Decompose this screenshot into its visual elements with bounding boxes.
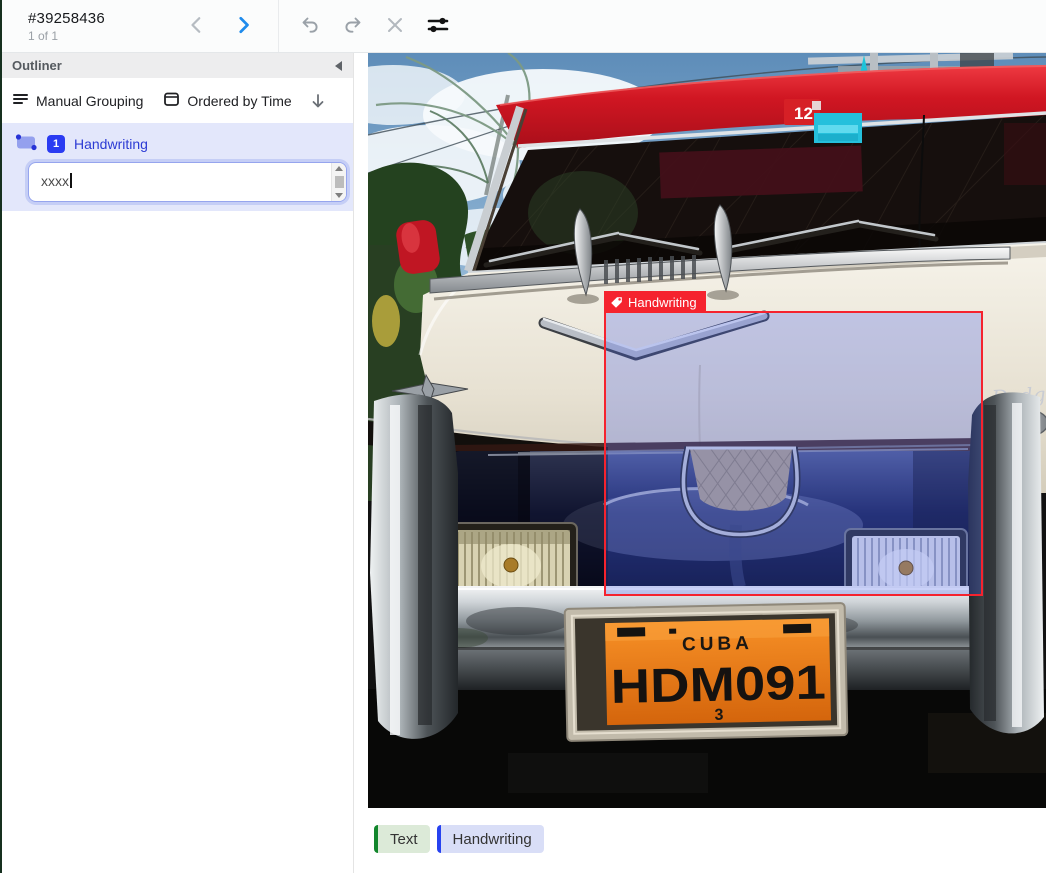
sort-direction-button[interactable] xyxy=(310,92,326,110)
outliner-toolbar: Manual Grouping Ordered by Time xyxy=(0,78,353,123)
region-index-badge: 1 xyxy=(47,135,65,153)
label-button-handwriting[interactable]: Handwriting xyxy=(437,825,544,853)
redo-button[interactable] xyxy=(340,12,366,41)
labels-bar: Text Handwriting xyxy=(374,825,1046,853)
scroll-up-icon[interactable] xyxy=(335,166,343,171)
close-icon xyxy=(385,15,405,38)
sliders-icon xyxy=(426,16,450,37)
bounding-box-label: Handwriting xyxy=(628,295,697,310)
bounding-box-tag: Handwriting xyxy=(604,291,706,313)
task-info: #39258436 1 of 1 xyxy=(28,10,176,43)
undo-icon xyxy=(299,14,321,39)
task-id: #39258436 xyxy=(28,10,176,27)
ordering-mode-button[interactable]: Ordered by Time xyxy=(163,91,291,110)
region-text-value: xxxx xyxy=(29,163,331,201)
group-list-icon xyxy=(12,91,29,110)
next-task-button[interactable] xyxy=(232,14,254,39)
label-button-text[interactable]: Text xyxy=(374,825,430,853)
label-button-text-caption: Text xyxy=(390,831,418,848)
plate-country: CUBA xyxy=(682,633,753,655)
scrollbar-thumb[interactable] xyxy=(335,176,344,188)
license-plate: CUBA HDM091 3 xyxy=(565,603,848,741)
region-list-item-selected: 1 Handwriting xxxx xyxy=(0,123,353,211)
bounding-box-handwriting[interactable]: Handwriting xyxy=(604,311,983,596)
label-button-handwriting-caption: Handwriting xyxy=(453,831,532,848)
plate-class: 3 xyxy=(714,707,723,724)
task-pagination: 1 of 1 xyxy=(28,29,176,43)
region-text-input[interactable]: xxxx xyxy=(28,162,347,202)
scroll-down-icon[interactable] xyxy=(335,193,343,198)
outliner-title: Outliner xyxy=(12,58,62,73)
region-row[interactable]: 1 Handwriting xyxy=(0,129,353,159)
tag-icon xyxy=(610,296,623,309)
topbar-divider xyxy=(278,0,279,52)
grouping-mode-button[interactable]: Manual Grouping xyxy=(12,91,143,110)
chevron-left-icon xyxy=(188,16,206,37)
outliner-header: Outliner xyxy=(0,53,353,78)
collapse-panel-icon[interactable] xyxy=(335,61,342,71)
region-label: Handwriting xyxy=(74,136,148,152)
plate-number: HDM091 xyxy=(610,657,826,714)
undo-button[interactable] xyxy=(297,12,323,41)
window-edge xyxy=(0,0,2,873)
task-image[interactable]: 12 xyxy=(368,53,1046,808)
workspace: Outliner Manual Grouping Ordered by Time xyxy=(0,53,1046,873)
rectangle-region-icon xyxy=(14,133,38,156)
annotation-tools xyxy=(297,12,452,41)
topbar: #39258436 1 of 1 xyxy=(0,0,1046,53)
redo-icon xyxy=(342,14,364,39)
text-caret xyxy=(70,173,72,188)
prev-task-button[interactable] xyxy=(186,14,208,39)
reset-button[interactable] xyxy=(383,13,407,40)
grouping-mode-label: Manual Grouping xyxy=(36,93,143,109)
settings-button[interactable] xyxy=(424,14,452,39)
red-spotlight xyxy=(395,218,442,275)
input-scrollbar[interactable] xyxy=(331,163,346,201)
annotation-main: 12 xyxy=(354,53,1046,873)
bumper-guard-left xyxy=(370,394,458,739)
sticker-number: 12 xyxy=(794,104,813,123)
task-navigation xyxy=(186,14,254,39)
window-icon xyxy=(163,91,180,110)
chevron-right-icon xyxy=(234,16,252,37)
outliner-panel: Outliner Manual Grouping Ordered by Time xyxy=(0,53,354,873)
ordering-mode-label: Ordered by Time xyxy=(187,93,291,109)
